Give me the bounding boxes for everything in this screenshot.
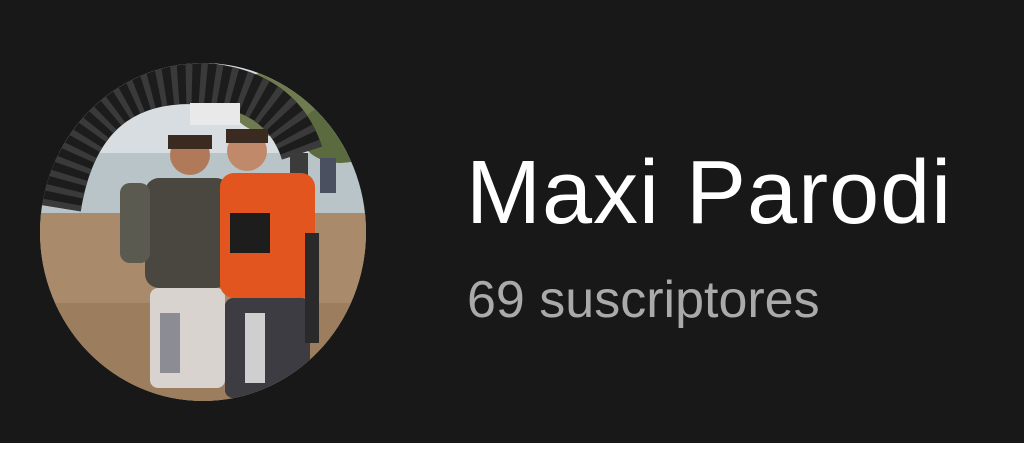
channel-avatar[interactable] [40,63,366,401]
channel-header-card: Maxi Parodi 69 suscriptores [0,0,1024,443]
channel-name[interactable]: Maxi Parodi [466,138,952,248]
avatar-photo [40,63,366,401]
subscriber-count: 69 suscriptores [467,271,820,329]
